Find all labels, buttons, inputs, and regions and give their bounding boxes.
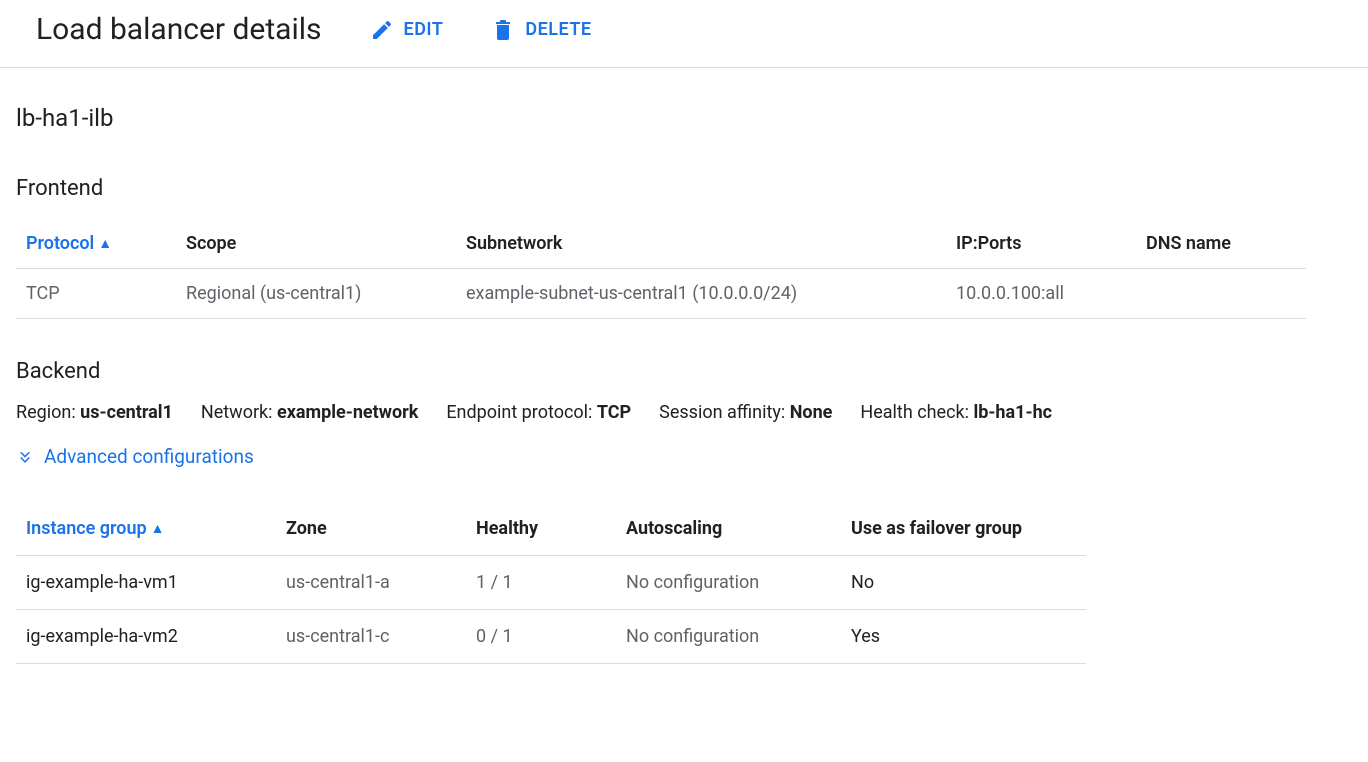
protocol-header-label: Protocol xyxy=(26,233,94,254)
frontend-header-row: Protocol ▲ Scope Subnetwork IP:Ports DNS… xyxy=(16,219,1306,269)
backend-header-row: Instance group ▲ Zone Healthy Autoscalin… xyxy=(16,502,1086,556)
backend-meta: Region: us-central1 Network: example-net… xyxy=(16,402,1352,423)
pencil-icon xyxy=(370,18,394,42)
sort-ascending-icon: ▲ xyxy=(98,235,112,252)
frontend-ipports-cell: 10.0.0.100:all xyxy=(946,269,1136,319)
frontend-protocol-cell: TCP xyxy=(16,269,176,319)
ig-cell: ig-example-ha-vm2 xyxy=(16,610,276,664)
frontend-subnet-cell: example-subnet-us-central1 (10.0.0.0/24) xyxy=(456,269,946,319)
autoscaling-cell: No configuration xyxy=(616,556,841,610)
healthy-column-header[interactable]: Healthy xyxy=(466,502,616,556)
page-title: Load balancer details xyxy=(36,12,322,47)
delete-button[interactable]: DELETE xyxy=(491,18,591,42)
frontend-scope-cell: Regional (us-central1) xyxy=(176,269,456,319)
health-meta: Health check: lb-ha1-hc xyxy=(860,402,1052,423)
backend-row: ig-example-ha-vm1 us-central1-a 1 / 1 No… xyxy=(16,556,1086,610)
sort-ascending-icon: ▲ xyxy=(151,520,165,537)
autoscaling-column-header[interactable]: Autoscaling xyxy=(616,502,841,556)
double-chevron-down-icon xyxy=(16,448,34,466)
failover-column-header[interactable]: Use as failover group xyxy=(841,502,1086,556)
subnetwork-column-header[interactable]: Subnetwork xyxy=(456,219,946,269)
ig-cell: ig-example-ha-vm1 xyxy=(16,556,276,610)
backend-row: ig-example-ha-vm2 us-central1-c 0 / 1 No… xyxy=(16,610,1086,664)
frontend-row: TCP Regional (us-central1) example-subne… xyxy=(16,269,1306,319)
autoscaling-cell: No configuration xyxy=(616,610,841,664)
delete-label: DELETE xyxy=(525,19,591,40)
load-balancer-name: lb-ha1-ilb xyxy=(16,104,1352,132)
frontend-dns-cell xyxy=(1136,269,1306,319)
healthy-cell: 1 / 1 xyxy=(466,556,616,610)
backend-table: Instance group ▲ Zone Healthy Autoscalin… xyxy=(16,502,1086,664)
frontend-section-title: Frontend xyxy=(16,176,1352,201)
trash-icon xyxy=(491,18,515,42)
session-meta: Session affinity: None xyxy=(659,402,832,423)
failover-cell: Yes xyxy=(841,610,1086,664)
zone-column-header[interactable]: Zone xyxy=(276,502,466,556)
zone-cell: us-central1-a xyxy=(276,556,466,610)
advanced-configurations-toggle[interactable]: Advanced configurations xyxy=(16,445,254,468)
advanced-configurations-label: Advanced configurations xyxy=(44,445,254,468)
header-bar: Load balancer details EDIT DELETE xyxy=(0,0,1368,68)
ipports-column-header[interactable]: IP:Ports xyxy=(946,219,1136,269)
backend-section-title: Backend xyxy=(16,359,1352,384)
healthy-cell: 0 / 1 xyxy=(466,610,616,664)
instance-group-header-label: Instance group xyxy=(26,518,147,539)
failover-cell: No xyxy=(841,556,1086,610)
zone-cell: us-central1-c xyxy=(276,610,466,664)
network-meta: Network: example-network xyxy=(201,402,418,423)
frontend-table: Protocol ▲ Scope Subnetwork IP:Ports DNS… xyxy=(16,219,1306,319)
scope-column-header[interactable]: Scope xyxy=(176,219,456,269)
edit-label: EDIT xyxy=(404,19,444,40)
endpoint-meta: Endpoint protocol: TCP xyxy=(446,402,631,423)
protocol-column-header[interactable]: Protocol ▲ xyxy=(26,233,112,254)
dns-column-header[interactable]: DNS name xyxy=(1136,219,1306,269)
edit-button[interactable]: EDIT xyxy=(370,18,444,42)
region-meta: Region: us-central1 xyxy=(16,402,173,423)
content-area: lb-ha1-ilb Frontend Protocol ▲ Scope Sub… xyxy=(0,68,1368,680)
instance-group-column-header[interactable]: Instance group ▲ xyxy=(26,518,165,539)
